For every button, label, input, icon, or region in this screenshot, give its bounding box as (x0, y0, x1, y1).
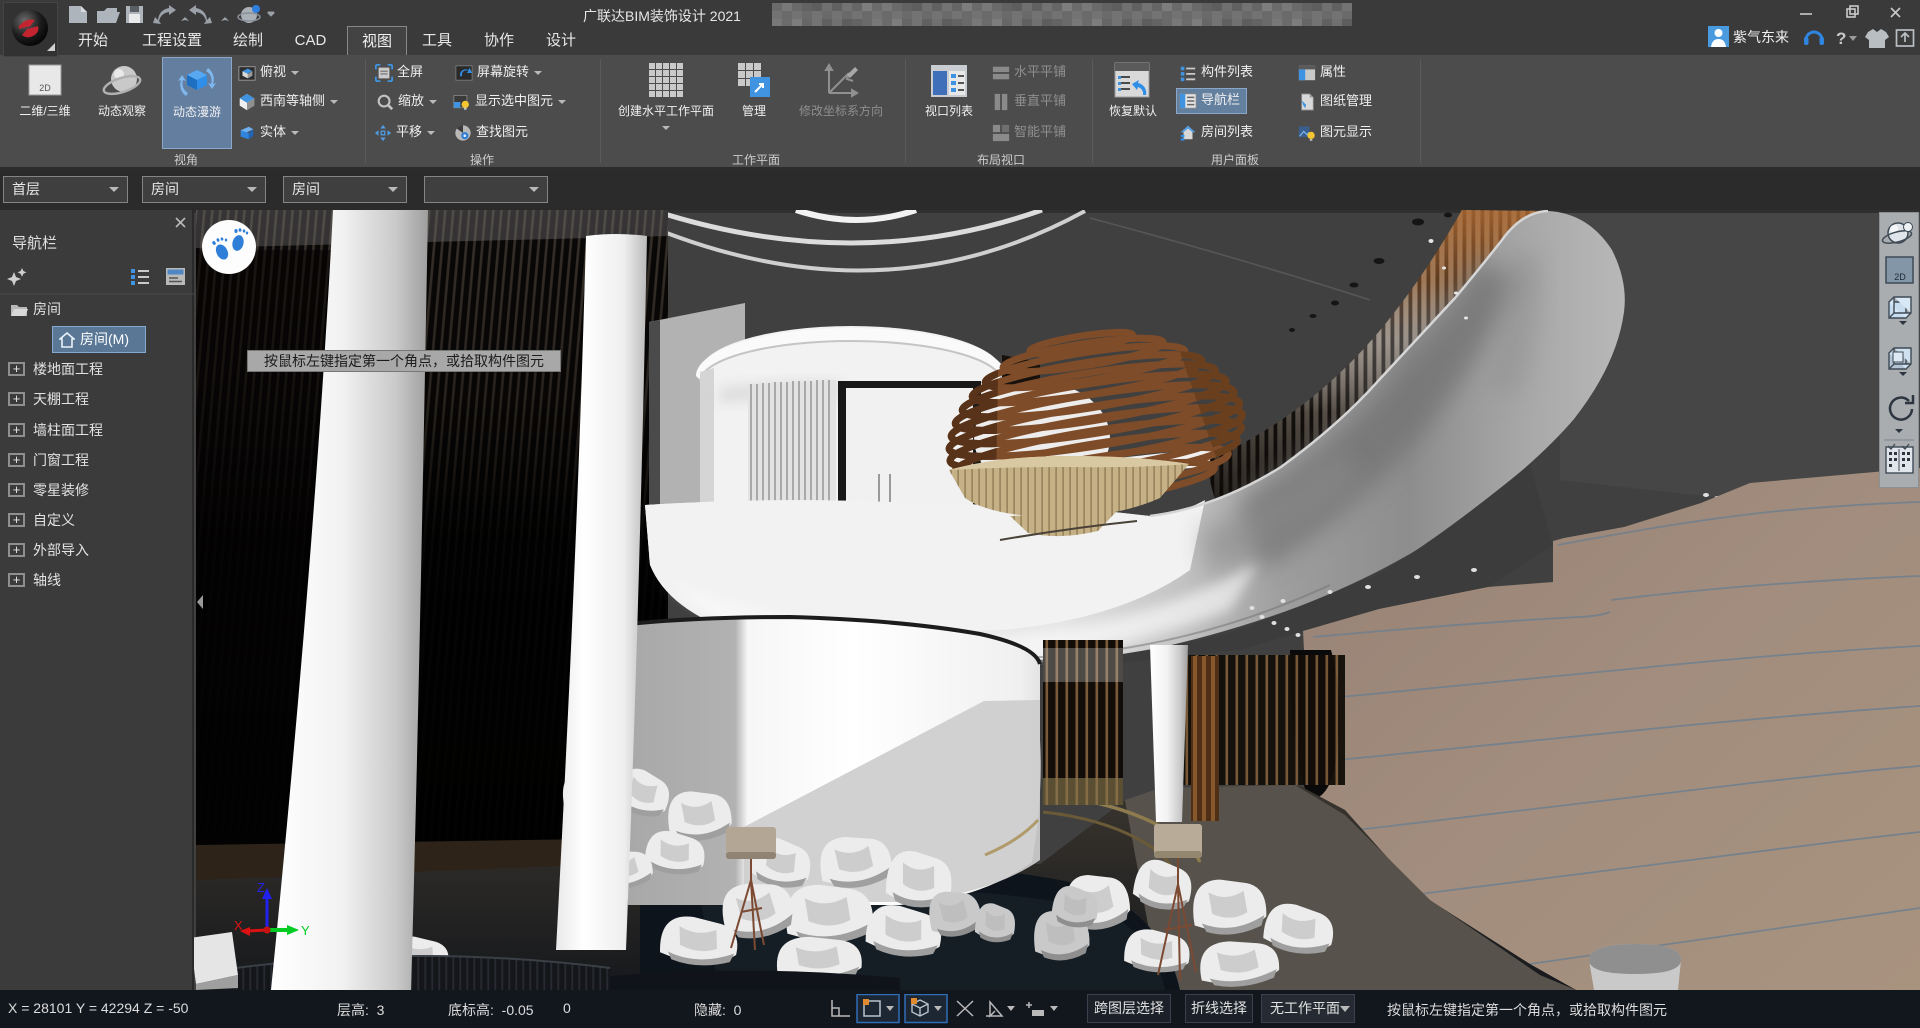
svg-text:导航栏: 导航栏 (12, 235, 57, 252)
svg-text:2D: 2D (1894, 272, 1906, 282)
svg-text:X: X (234, 918, 243, 933)
svg-text:Z: Z (257, 880, 265, 895)
svg-text:紫气东来: 紫气东来 (1733, 29, 1789, 45)
svg-text:2D: 2D (39, 83, 51, 93)
svg-text:Y: Y (301, 923, 310, 938)
svg-text:?: ? (1836, 29, 1846, 48)
